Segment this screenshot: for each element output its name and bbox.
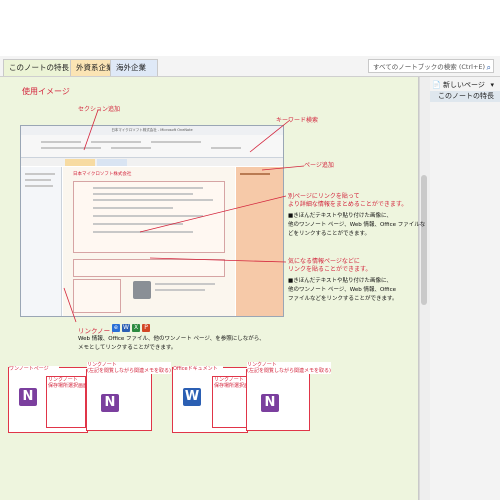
thumb-label: ワンノートページ [9,366,59,372]
person-photo [133,281,151,299]
new-page-button[interactable]: 📄 新しいページ ▾ [432,79,498,91]
screenshot-section-tabs [21,158,283,166]
onenote-icon: N [101,394,119,412]
scrollbar-thumb[interactable] [421,175,427,305]
onenote-icon: N [19,388,37,406]
tab-notebook-features[interactable]: このノートの特長 [3,59,77,76]
search-icon[interactable]: ⌕ [487,61,491,75]
screenshot-navigation [21,167,62,316]
powerpoint-icon: P [142,324,150,332]
callout-keyword-search: キーワード検索 [276,117,319,124]
thumb-label: Officeドキュメント [173,366,223,372]
callout-page-add: ページ追加 [304,162,334,169]
screenshot-content: 日本マイクロソフト株式会社 [63,167,235,316]
thumb-label: リンクノート 保存場所選択画面 [214,377,255,389]
search-input[interactable]: すべてのノートブックの検索 (Ctrl+E) ⌕ [368,59,494,73]
page-item-label: このノートの特長 [438,92,494,100]
thumb-linknote: N [246,369,310,431]
screenshot-window-title: 日本マイクロソフト株式会社 - Microsoft OneNote [21,126,283,135]
new-page-label: 新しいページ [442,81,485,89]
note-link-title: 別ページにリンクを貼って より詳細な情報をまとめることができます。 [288,193,408,208]
word-icon: W [122,324,130,332]
word-icon: W [183,388,201,406]
search-placeholder: すべてのノートブックの検索 (Ctrl+E) [373,63,486,71]
tab-label: 外資系企業 [76,63,114,72]
tab-overseas-companies[interactable]: 海外企業 [110,59,158,76]
excel-icon: X [132,324,140,332]
callout-section-add: セクション追加 [78,106,121,113]
chevron-down-icon[interactable]: ▾ [490,79,494,91]
note-info-body: ■きほんだテキストや貼り付けた画像に、 他のワンノート ページ、Web 情報、O… [288,278,398,302]
screenshot-page-list [236,167,283,316]
screenshot-company: 日本マイクロソフト株式会社 [73,172,132,177]
thumb-label: リンクノート 保存場所選択画面 [48,377,89,389]
page-title: 使用イメージ [22,87,70,96]
onenote-icon: N [261,394,279,412]
new-page-icon: 📄 [432,81,441,89]
tab-label: 海外企業 [116,63,146,72]
linknote-body: Web 情報、Office ファイル、他のワンノート ページ、を参照にしながら、… [78,336,265,351]
screenshot-ribbon [21,135,283,158]
thumb-label: リンクノート (左記を閲覧しながら関連メモを取る) [87,362,171,374]
tab-label: このノートの特長 [9,63,69,72]
ie-icon: e [112,324,120,332]
page-list-pane [430,77,500,500]
note-info-title: 気になる情報ページなどに リンクを貼ることができます。 [288,258,372,273]
note-link-body: ■きほんだテキストや貼り付けた画像に、 他のワンノート ページ、Web 情報、O… [288,213,426,237]
thumb-label: リンクノート (左記を閲覧しながら関連メモを取る) [247,362,331,374]
page-item-current[interactable]: このノートの特長 [430,91,500,102]
linknote-title: リンクノート [78,327,117,335]
thumb-linknote: N [86,369,152,431]
onenote-screenshot: 日本マイクロソフト株式会社 - Microsoft OneNote 日本マイクロ… [20,125,284,317]
